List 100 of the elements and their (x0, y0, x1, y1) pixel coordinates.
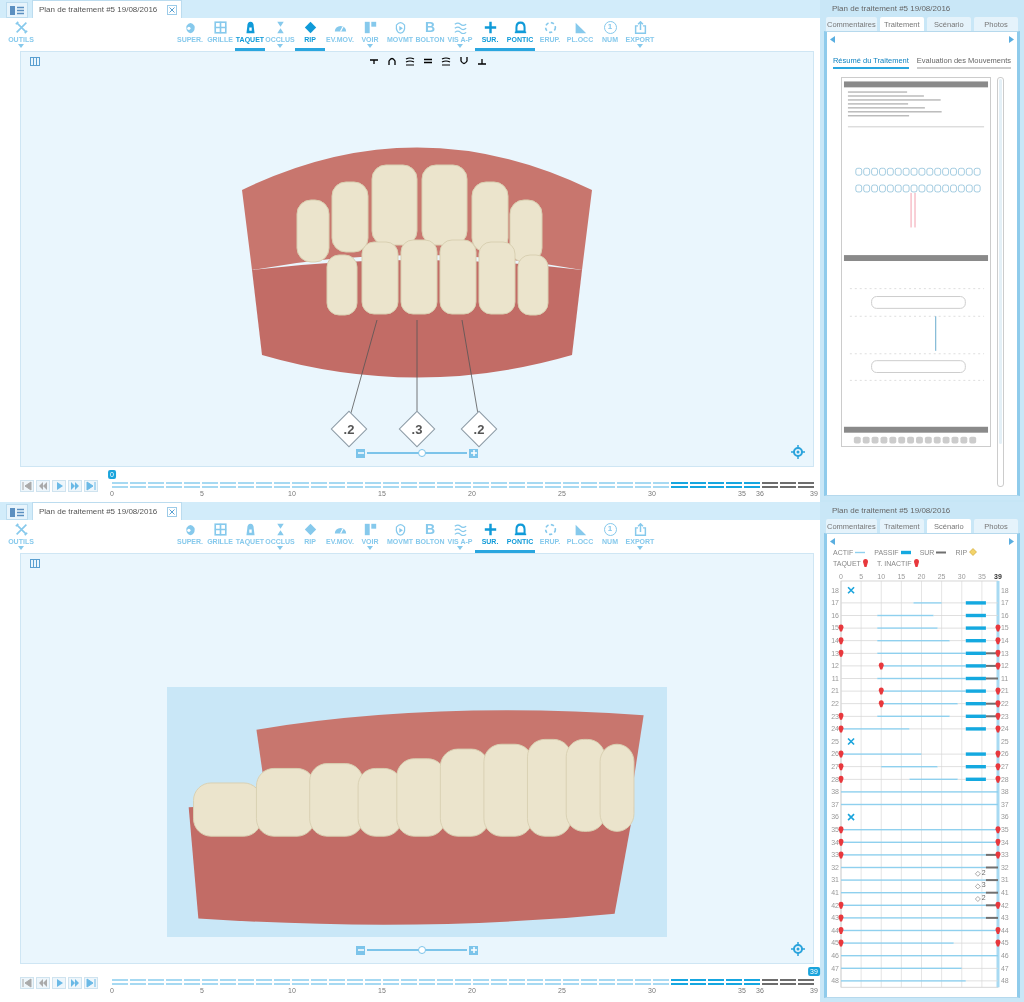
player-button[interactable] (20, 977, 34, 989)
wave-icon (405, 56, 415, 66)
target-icon (791, 942, 805, 956)
plus-icon (470, 450, 477, 456)
stage-bar (877, 614, 934, 617)
stage-bar (965, 639, 986, 643)
rip-marker (975, 870, 981, 877)
player-button[interactable] (68, 480, 82, 492)
left-arrow-icon[interactable] (830, 35, 835, 43)
player-button[interactable] (36, 480, 50, 492)
tooth-marker-icon (862, 559, 868, 567)
grid-icon (213, 21, 227, 34)
baseline-bar (985, 728, 998, 730)
view-button[interactable] (477, 56, 487, 66)
waves-icon (453, 523, 467, 536)
view-button[interactable] (369, 56, 379, 66)
right-arrow-icon[interactable] (1009, 35, 1014, 43)
dashed-circle-icon (543, 523, 557, 536)
line-swatch-icon (900, 549, 911, 555)
baseline-bar (985, 640, 998, 642)
line-swatch-icon (855, 549, 866, 555)
stage-bar (965, 765, 986, 769)
close-icon (169, 508, 175, 515)
dashed-circle-icon (543, 21, 557, 34)
view-button[interactable] (459, 56, 469, 66)
layout-button[interactable] (29, 55, 41, 67)
plus-icon (470, 947, 477, 953)
triangle-icon (573, 523, 587, 536)
plan-title: Plan de traitement #5 19/08/2016 (831, 4, 952, 15)
panels-icon (363, 523, 377, 536)
zoom-out-button[interactable] (356, 945, 365, 955)
skip-start-icon (22, 481, 32, 491)
plus-icon (483, 523, 497, 536)
baseline-bar (985, 615, 998, 616)
close-icon (169, 6, 175, 13)
zoom-in-button[interactable] (469, 448, 478, 458)
plan-title: Plan de traitement #5 19/08/2016 (831, 506, 952, 517)
diamond-icon (969, 548, 978, 556)
player-button[interactable] (52, 977, 66, 989)
zoom-in-button[interactable] (469, 945, 478, 955)
letter-icon: B (424, 21, 436, 34)
bell-icon (513, 21, 527, 34)
panels-icon (10, 5, 24, 15)
scrollbar-thumb[interactable] (998, 79, 1002, 445)
rewind-icon (38, 978, 48, 988)
player-button[interactable] (84, 977, 98, 989)
player-button[interactable] (36, 977, 50, 989)
slider-thumb[interactable] (418, 449, 426, 457)
arch-icon (387, 56, 397, 66)
player-button[interactable] (84, 480, 98, 492)
layout-button[interactable] (29, 557, 41, 569)
stage-bar (965, 777, 986, 781)
stage-bar (965, 601, 986, 605)
minus-icon (357, 452, 364, 454)
cup-icon (459, 56, 469, 66)
equal-icon (423, 56, 433, 66)
bar-icon (369, 56, 379, 66)
recenter-button[interactable] (791, 445, 805, 459)
fast-forward-icon (70, 481, 80, 491)
close-button[interactable] (167, 4, 177, 15)
tooth-marker-icon (913, 559, 919, 567)
panels-icon (363, 21, 377, 34)
menu-button[interactable] (6, 504, 28, 520)
view-button[interactable] (405, 56, 415, 66)
diamond-icon (303, 21, 317, 34)
stage-bar (965, 613, 986, 618)
close-button[interactable] (167, 506, 177, 517)
slider-thumb[interactable] (418, 946, 426, 954)
reduction-label: .3 (400, 412, 434, 446)
recenter-button[interactable] (791, 942, 805, 956)
letter-icon: B (424, 523, 436, 536)
tooth-icon (183, 21, 197, 34)
plus-bar-icon (477, 56, 487, 66)
tooth-play-icon (393, 21, 407, 34)
player-button[interactable] (52, 480, 66, 492)
rip-marker (975, 896, 981, 902)
plus-icon (483, 21, 497, 34)
stage-bar (965, 727, 986, 731)
wrench-screwdriver-icon (14, 523, 28, 536)
tooth-play-icon (393, 523, 407, 536)
tab-title: Plan de traitement #5 19/08/2016 (39, 5, 158, 14)
player-button[interactable] (20, 480, 34, 492)
document-tab[interactable]: Plan de traitement #5 19/08/2016 (32, 502, 182, 520)
view-button[interactable] (423, 56, 433, 66)
play-icon (54, 978, 64, 988)
columns-icon (30, 558, 40, 568)
export-icon (633, 523, 647, 536)
scrollbar[interactable] (996, 77, 1004, 487)
triangle-icon (573, 21, 587, 34)
fast-forward-icon (70, 978, 80, 988)
document-tab[interactable]: Plan de traitement #5 19/08/2016 (32, 0, 182, 18)
view-button[interactable] (387, 56, 397, 66)
left-arrow-icon[interactable] (830, 537, 835, 545)
menu-button[interactable] (6, 2, 28, 18)
grid-icon (213, 523, 227, 536)
view-button[interactable] (441, 56, 451, 66)
player-button[interactable] (68, 977, 82, 989)
zoom-out-button[interactable] (356, 448, 365, 458)
right-arrow-icon[interactable] (1009, 537, 1014, 545)
rewind-icon (38, 481, 48, 491)
